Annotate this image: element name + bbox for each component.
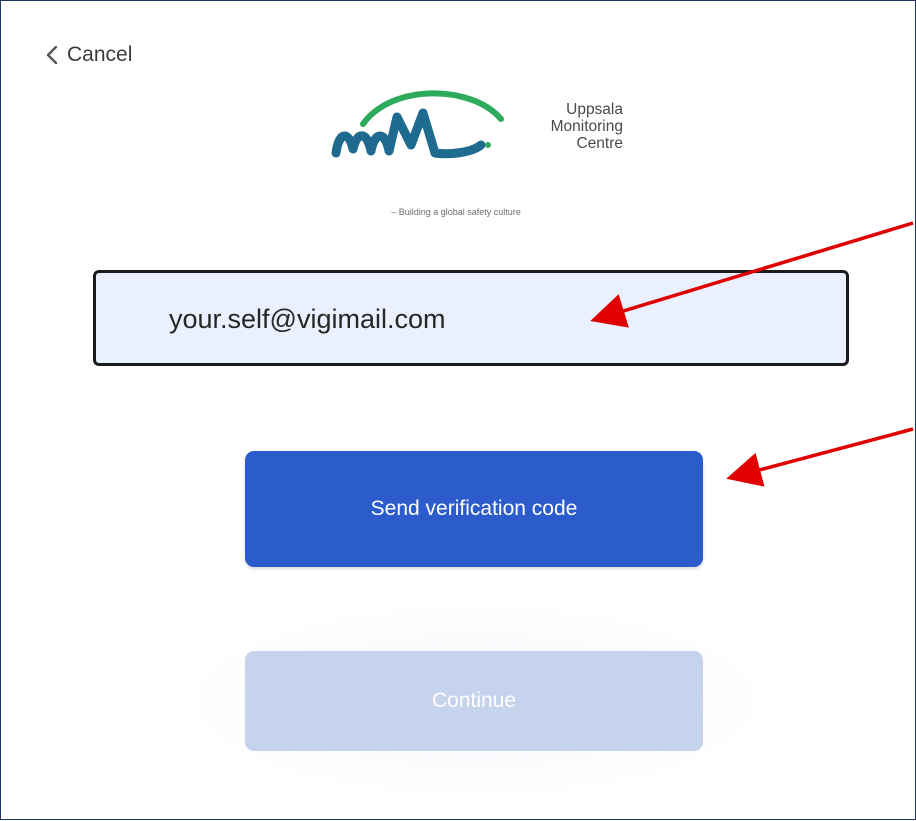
logo-wordmark: Uppsala Monitoring Centre	[483, 101, 623, 152]
cancel-link[interactable]: Cancel	[45, 43, 132, 67]
logo-name-line3: Centre	[576, 135, 623, 152]
continue-button[interactable]: Continue	[245, 651, 703, 751]
logo-tagline: – Building a global safety culture	[391, 207, 521, 217]
signin-panel: Cancel Uppsala Monitoring Centre – Build…	[0, 0, 916, 820]
send-verification-code-button[interactable]: Send verification code	[245, 451, 703, 567]
email-input[interactable]	[169, 301, 729, 337]
email-field[interactable]	[93, 270, 849, 366]
cancel-label: Cancel	[67, 43, 133, 66]
chevron-left-icon	[46, 45, 58, 65]
logo-name-line1: Uppsala	[566, 101, 623, 118]
logo-name-line2: Monitoring	[550, 118, 623, 135]
arrow-to-send-button-icon	[726, 427, 914, 487]
